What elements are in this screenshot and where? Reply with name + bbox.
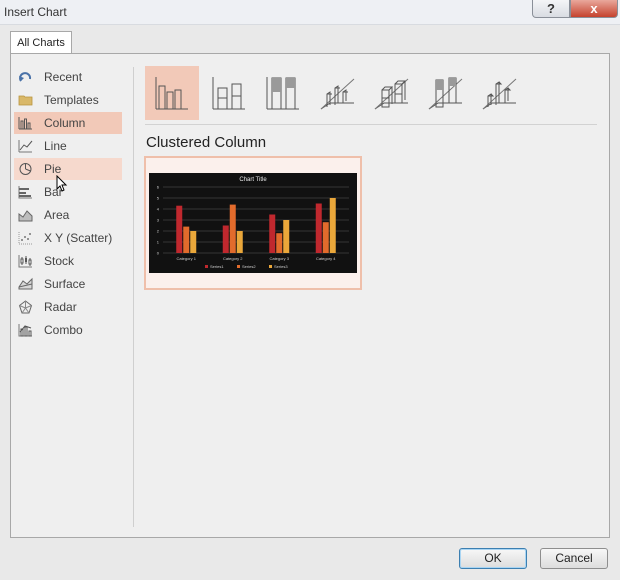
preview-x-tick-label: Category 1 <box>176 256 196 261</box>
sidebar-item-pie[interactable]: Pie <box>14 158 122 180</box>
sidebar-item-templates[interactable]: Templates <box>14 89 122 111</box>
line-chart-icon <box>18 140 33 153</box>
preview-bar <box>222 225 229 253</box>
recent-icon <box>19 72 32 82</box>
preview-legend-label: Series2 <box>242 264 256 269</box>
sidebar-item-bar[interactable]: Bar <box>14 181 122 203</box>
sidebar-item-label: Area <box>44 208 70 222</box>
sidebar-item-label: X Y (Scatter) <box>44 231 113 245</box>
preview-legend-swatch <box>205 265 208 268</box>
subtype-100-stacked-column[interactable] <box>256 66 310 120</box>
ok-button[interactable]: OK <box>459 548 527 569</box>
title-bar: Insert Chart <box>0 0 620 25</box>
sidebar-item-area[interactable]: Area <box>14 204 122 226</box>
area-chart-icon <box>18 210 33 222</box>
subtype-3d-100-stacked-column[interactable] <box>418 66 472 120</box>
subtype-3d-stacked-column[interactable] <box>364 66 418 120</box>
sidebar-item-label: Combo <box>44 323 83 337</box>
radar-chart-icon <box>18 300 33 314</box>
preview-legend-label: Series1 <box>210 264 224 269</box>
sidebar-item-recent[interactable]: Recent <box>14 66 122 88</box>
combo-chart-icon <box>18 324 32 337</box>
window-title: Insert Chart <box>4 5 67 19</box>
tab-all-charts-label: All Charts <box>17 37 65 49</box>
preview-chart: Chart Title 0123456 Category 1 Category 2… <box>149 173 357 273</box>
preview-bar <box>315 203 322 253</box>
3d-100-stacked-column-icon <box>428 77 463 110</box>
preview-legend-label: Series3 <box>274 264 288 269</box>
preview-bar <box>236 231 243 253</box>
close-icon: x <box>590 1 598 16</box>
sidebar-item-label: Templates <box>44 93 99 107</box>
stacked-column-icon <box>212 77 245 110</box>
sidebar-divider <box>133 67 134 527</box>
preview-x-tick-label: Category 3 <box>269 256 289 261</box>
preview-bar <box>269 214 276 253</box>
clustered-column-icon <box>155 77 188 110</box>
preview-bar <box>183 226 190 253</box>
3d-stacked-column-icon <box>374 78 409 110</box>
help-icon: ? <box>547 1 555 16</box>
close-button[interactable]: x <box>570 0 618 18</box>
cancel-button[interactable]: Cancel <box>540 548 608 569</box>
sidebar-item-column[interactable]: Column <box>14 112 122 134</box>
preview-legend-swatch <box>269 265 272 268</box>
sidebar-item-label: Surface <box>44 277 86 291</box>
mouse-cursor-icon <box>56 175 68 192</box>
preview-x-tick-label: Category 2 <box>223 256 243 261</box>
subtype-3d-clustered-column[interactable] <box>310 66 364 120</box>
subtype-divider <box>145 124 597 125</box>
sidebar-item-label: Radar <box>44 300 77 314</box>
cancel-button-label: Cancel <box>555 551 593 565</box>
sidebar-item-radar[interactable]: Radar <box>14 296 122 318</box>
preview-bar <box>190 231 197 253</box>
preview-bar <box>283 220 290 253</box>
sidebar-item-label: Line <box>44 139 67 153</box>
3d-clustered-column-icon <box>320 78 355 110</box>
preview-bar <box>322 222 329 253</box>
pie-chart-icon <box>19 163 32 175</box>
sidebar-item-label: Column <box>44 116 86 130</box>
tab-all-charts[interactable]: All Charts <box>10 31 72 54</box>
preview-chart-title: Chart Title <box>239 177 267 183</box>
preview-x-tick-label: Category 4 <box>316 256 336 261</box>
subtype-3d-column[interactable] <box>472 66 526 120</box>
sidebar-item-label: Stock <box>44 254 75 268</box>
scatter-chart-icon <box>18 232 32 245</box>
sidebar-item-combo[interactable]: Combo <box>14 319 122 341</box>
preview-bar <box>276 233 283 253</box>
subtype-stacked-column[interactable] <box>202 66 256 120</box>
selected-type-title: Clustered Column <box>146 134 267 151</box>
sidebar-item-label: Recent <box>44 70 83 84</box>
help-button[interactable]: ? <box>532 0 570 18</box>
sidebar-item-stock[interactable]: Stock <box>14 250 122 272</box>
preview-bar <box>176 205 183 253</box>
chart-preview[interactable]: Chart Title 0123456 Category 1 Category 2… <box>144 156 362 290</box>
sidebar-item-label: Pie <box>44 162 62 176</box>
ok-button-label: OK <box>484 551 502 565</box>
sidebar-item-surface[interactable]: Surface <box>14 273 122 295</box>
column-chart-icon <box>18 117 32 130</box>
sidebar-item-line[interactable]: Line <box>14 135 122 157</box>
surface-chart-icon <box>18 277 33 290</box>
3d-column-icon <box>482 78 517 110</box>
subtype-clustered-column[interactable] <box>145 66 199 120</box>
bar-chart-icon <box>18 186 32 199</box>
preview-bar <box>329 198 336 253</box>
stock-chart-icon <box>18 255 32 268</box>
folder-icon <box>18 95 33 106</box>
preview-bar <box>229 204 236 253</box>
sidebar-item-xy-scatter[interactable]: X Y (Scatter) <box>14 227 122 249</box>
preview-legend-swatch <box>237 265 240 268</box>
100-stacked-column-icon <box>266 77 299 110</box>
